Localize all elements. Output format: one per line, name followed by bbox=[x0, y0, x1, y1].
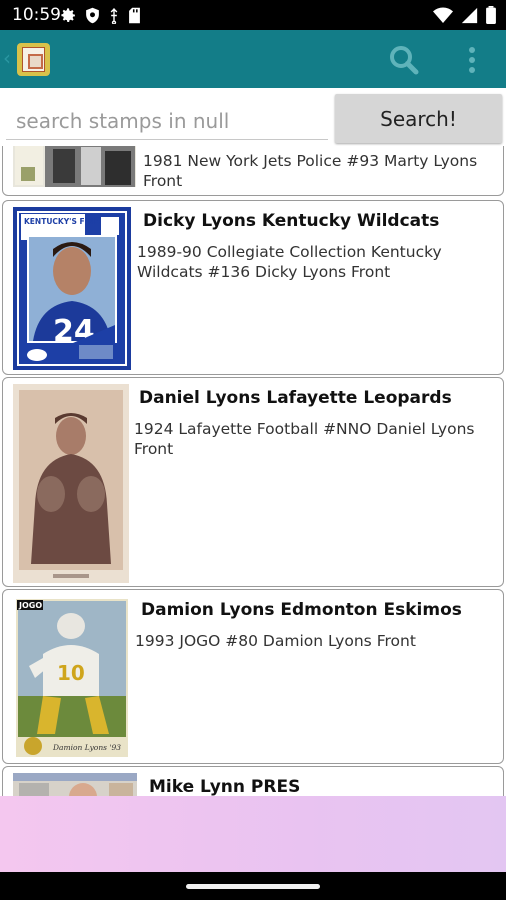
app-bar: ‹ bbox=[0, 30, 506, 88]
item-description: 1981 New York Jets Police #93 Marty Lyon… bbox=[143, 152, 478, 190]
jersey-number: 10 bbox=[57, 661, 85, 685]
item-description: 1989-90 Collegiate Collection Kentucky W… bbox=[137, 243, 442, 281]
app-logo[interactable] bbox=[17, 43, 50, 76]
search-button[interactable]: Search! bbox=[335, 94, 502, 143]
card-thumbnail bbox=[13, 146, 136, 187]
list-item[interactable]: Mike Lynn PRES bbox=[2, 766, 504, 796]
item-title: Damion Lyons Edmonton Eskimos bbox=[141, 600, 462, 620]
overflow-menu-icon[interactable] bbox=[462, 44, 482, 76]
home-gesture-handle[interactable] bbox=[186, 884, 320, 889]
battery-icon bbox=[486, 6, 496, 24]
results-list[interactable]: 1981 New York Jets Police #93 Marty Lyon… bbox=[0, 146, 506, 796]
card-thumbnail bbox=[13, 384, 129, 583]
card-header-text: KENTUCKY'S FINEST bbox=[24, 217, 110, 226]
search-row: Search! bbox=[0, 88, 506, 146]
search-input[interactable] bbox=[6, 102, 328, 140]
card-thumbnail: KENTUCKY'S FINEST 24 bbox=[13, 207, 131, 370]
status-icons-left bbox=[60, 7, 141, 24]
back-arrow-icon[interactable]: ‹ bbox=[3, 46, 11, 70]
search-icon[interactable] bbox=[388, 44, 420, 76]
gear-icon bbox=[61, 8, 75, 23]
item-title: Mike Lynn PRES bbox=[149, 777, 301, 796]
status-time: 10:59 bbox=[12, 5, 61, 25]
list-item[interactable]: Daniel Lyons Lafayette Leopards 1924 Laf… bbox=[2, 377, 504, 587]
sd-card-icon bbox=[129, 7, 140, 24]
status-icons-right bbox=[433, 6, 496, 24]
wifi-icon bbox=[433, 7, 453, 23]
card-brand-text: JOGO bbox=[18, 601, 42, 610]
list-item[interactable]: JOGO 10 Damion Lyons '93 Damion Lyons Ed… bbox=[2, 589, 504, 764]
ad-banner[interactable] bbox=[0, 796, 506, 872]
card-thumbnail: JOGO 10 Damion Lyons '93 bbox=[13, 596, 131, 760]
list-item[interactable]: KENTUCKY'S FINEST 24 Dicky Lyons Kentuck… bbox=[2, 200, 504, 375]
item-title: Daniel Lyons Lafayette Leopards bbox=[139, 388, 452, 408]
app-screen: 10:59 ‹ Search! bbox=[0, 0, 506, 900]
signal-icon bbox=[461, 7, 478, 23]
item-title: Dicky Lyons Kentucky Wildcats bbox=[143, 211, 440, 231]
shield-icon bbox=[86, 7, 99, 24]
item-description: 1924 Lafayette Football #NNO Daniel Lyon… bbox=[134, 420, 475, 458]
usb-icon bbox=[110, 8, 118, 24]
card-thumbnail bbox=[13, 773, 137, 796]
card-caption-text: Damion Lyons '93 bbox=[52, 743, 121, 752]
item-description: 1993 JOGO #80 Damion Lyons Front bbox=[135, 632, 416, 650]
status-bar: 10:59 bbox=[0, 0, 506, 30]
list-item[interactable]: 1981 New York Jets Police #93 Marty Lyon… bbox=[2, 146, 504, 196]
